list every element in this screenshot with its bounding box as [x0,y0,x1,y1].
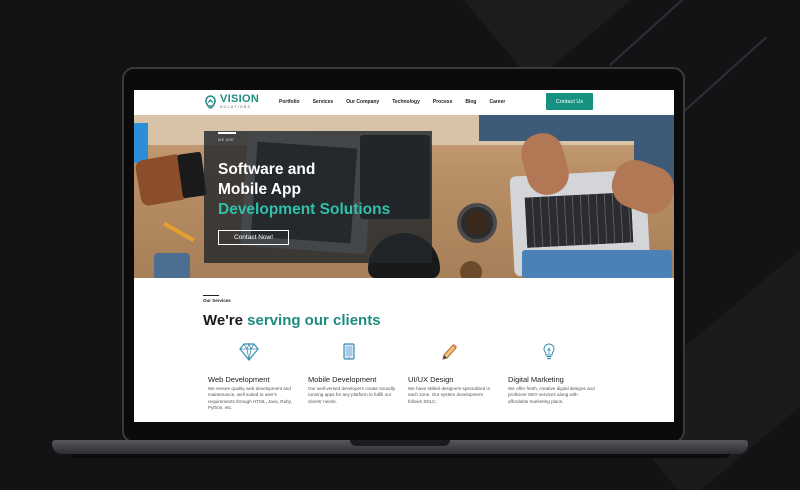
hero-photo-small-cup [460,261,482,278]
logo-subtitle: SOLUTIONS [220,105,252,109]
tablet-icon [343,343,355,360]
service-card-text: We offer fresh, creative digital designs… [508,386,595,404]
nav-menu: Portfolio Services Our Company Technolog… [279,99,518,105]
lightbulb-icon [543,343,555,360]
hero-headline: Software and Mobile App Development Solu… [218,160,433,220]
hero-headline-line1: Software and [218,161,316,178]
nav-item-blog[interactable]: Blog [465,99,476,105]
hero-text-panel: WE ARE Software and Mobile App Developme… [204,131,432,263]
nav-item-portfolio[interactable]: Portfolio [279,99,300,105]
hero-section: WE ARE Software and Mobile App Developme… [134,115,674,278]
hero-photo-object [134,123,148,163]
laptop-screen: VISION SOLUTIONS Portfolio Services Our … [134,90,674,422]
hero-photo-object [154,253,190,278]
hero-tag: WE ARE [218,138,235,142]
nav-item-process[interactable]: Process [433,99,452,105]
hero-photo-phone [177,151,207,199]
service-card-title: Digital Marketing [508,375,564,384]
site-logo[interactable]: VISION SOLUTIONS [204,94,259,110]
service-card-text: Our well-versed developers create soundl… [308,386,396,404]
pencil-icon [442,344,457,360]
nav-item-technology[interactable]: Technology [392,99,420,105]
hero-photo-laptop-screen [522,250,672,278]
nav-item-services[interactable]: Services [313,99,334,105]
hero-tag-line [218,132,236,134]
contact-now-button[interactable]: Contact Now! [218,230,289,245]
hero-photo-pencil [163,221,195,243]
nav-item-our-company[interactable]: Our Company [346,99,379,105]
services-rule [203,295,219,296]
hero-headline-line2: Mobile App [218,181,301,198]
hero-headline-accent: Development Solutions [218,201,391,218]
laptop-notch [350,440,450,446]
services-heading: We're serving our clients [203,312,381,329]
diamond-icon [239,342,259,361]
contact-us-button[interactable]: Contact Us [546,93,593,110]
hero-photo-coffee [465,211,489,235]
background-line [609,0,738,66]
service-card-title: Mobile Development [308,375,377,384]
nav-item-career[interactable]: Career [489,99,505,105]
services-heading-accent: serving our clients [247,312,381,329]
service-card-text: We ensure quality web development and ma… [208,386,292,411]
logo-title: VISION [220,93,260,105]
site-navbar: VISION SOLUTIONS Portfolio Services Our … [134,90,674,115]
lightbulb-logo-icon [205,94,216,109]
service-card-title: Web Development [208,375,270,384]
service-card-text: We have skilled designers specialized in… [408,386,491,404]
services-heading-plain: We're [203,312,243,329]
service-card-title: UI/UX Design [408,375,454,384]
services-label: Our Services [203,298,231,303]
